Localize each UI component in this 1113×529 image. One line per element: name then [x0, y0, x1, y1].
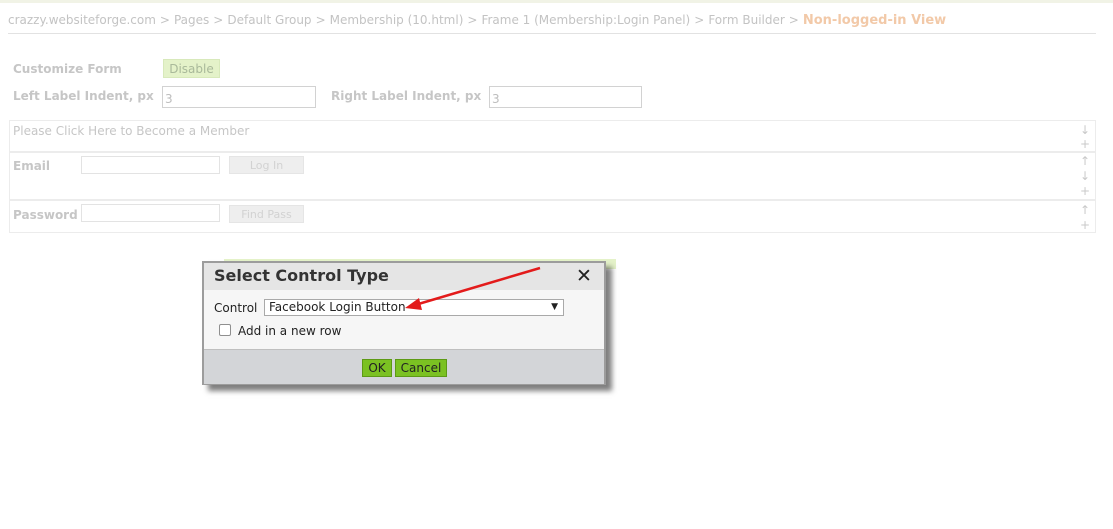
password-field[interactable]: [81, 204, 220, 222]
breadcrumb-link-frame[interactable]: Frame 1 (Membership:Login Panel): [481, 13, 690, 27]
breadcrumb-link-group[interactable]: Default Group: [227, 13, 311, 27]
form-row-member-link[interactable]: Please Click Here to Become a Member ↓ +: [9, 120, 1096, 152]
control-type-selected-value: Facebook Login Button: [269, 300, 406, 314]
left-indent-label: Left Label Indent, px: [13, 89, 154, 103]
arrow-down-icon[interactable]: ↓: [1079, 123, 1091, 137]
form-row-email[interactable]: Email Log In ↑ ↓ +: [9, 152, 1096, 200]
plus-icon[interactable]: +: [1079, 218, 1091, 232]
email-field[interactable]: [81, 156, 220, 174]
close-icon[interactable]: ✕: [576, 266, 592, 286]
plus-icon[interactable]: +: [1079, 137, 1091, 151]
select-control-type-dialog: Select Control Type ✕ Control Facebook L…: [202, 261, 606, 385]
ok-button[interactable]: OK: [362, 359, 392, 377]
breadcrumb-separator: >: [213, 13, 224, 27]
breadcrumb-link-form-builder[interactable]: Form Builder: [708, 13, 784, 27]
find-pass-button[interactable]: Find Pass: [229, 205, 304, 223]
breadcrumb-divider: [8, 33, 1096, 34]
dialog-header[interactable]: Select Control Type ✕: [204, 263, 604, 290]
dialog-title: Select Control Type: [214, 266, 389, 285]
email-label: Email: [13, 159, 51, 173]
top-border: [0, 0, 1113, 3]
disable-button[interactable]: Disable: [163, 59, 220, 78]
arrow-up-icon[interactable]: ↑: [1079, 154, 1091, 168]
control-label: Control: [214, 301, 258, 315]
breadcrumb-link-site[interactable]: crazzy.websiteforge.com: [8, 13, 156, 27]
add-new-row-checkbox[interactable]: [219, 324, 231, 336]
breadcrumb-link-pages[interactable]: Pages: [174, 13, 209, 27]
login-button[interactable]: Log In: [229, 156, 304, 174]
become-member-link[interactable]: Please Click Here to Become a Member: [13, 124, 249, 138]
breadcrumb-link-membership[interactable]: Membership (10.html): [330, 13, 464, 27]
breadcrumb-separator: >: [159, 13, 170, 27]
control-type-select[interactable]: Facebook Login Button ▼: [264, 299, 564, 316]
dialog-footer: OK Cancel: [204, 349, 604, 384]
right-indent-label: Right Label Indent, px: [331, 89, 482, 103]
plus-icon[interactable]: +: [1079, 184, 1091, 198]
left-indent-input[interactable]: [162, 86, 316, 108]
customize-form-label: Customize Form: [13, 62, 122, 76]
breadcrumb-separator: >: [467, 13, 478, 27]
breadcrumb: crazzy.websiteforge.com > Pages > Default Gr…: [8, 13, 946, 28]
form-row-password[interactable]: Password Find Pass ↑ +: [9, 200, 1096, 233]
breadcrumb-separator: >: [788, 13, 799, 27]
password-label: Password: [13, 208, 78, 222]
right-indent-input[interactable]: [489, 86, 642, 108]
add-new-row-label[interactable]: Add in a new row: [238, 324, 341, 338]
arrow-up-icon[interactable]: ↑: [1079, 203, 1091, 217]
breadcrumb-current: Non-logged-in View: [802, 13, 947, 28]
dropdown-arrow-icon: ▼: [551, 302, 558, 312]
breadcrumb-separator: >: [315, 13, 326, 27]
cancel-button[interactable]: Cancel: [395, 359, 447, 377]
breadcrumb-separator: >: [694, 13, 705, 27]
arrow-down-icon[interactable]: ↓: [1079, 169, 1091, 183]
